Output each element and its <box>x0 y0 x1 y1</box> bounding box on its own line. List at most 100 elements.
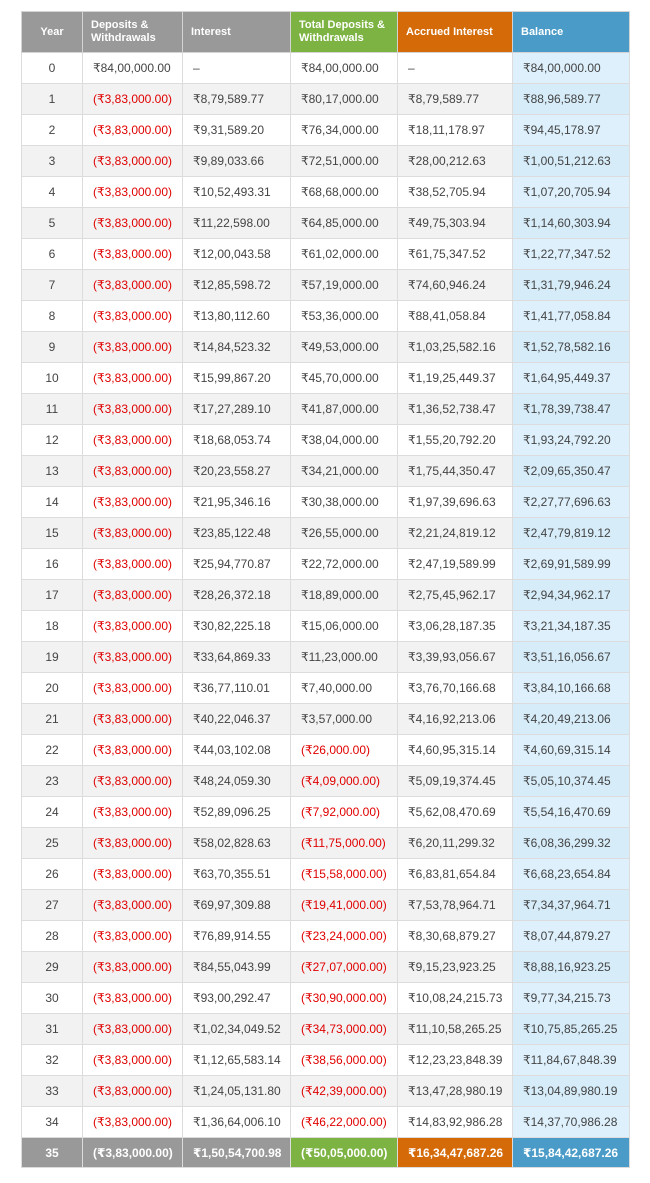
cell-accrued-interest: ₹74,60,946.24 <box>397 269 513 301</box>
total-cell-balance: ₹15,84,42,687.26 <box>512 1137 630 1168</box>
cell-interest: ₹25,94,770.87 <box>182 548 291 580</box>
table-row: 16 (₹3,83,000.00) ₹25,94,770.87 ₹22,72,000.… <box>21 548 630 580</box>
cell-accrued-interest: ₹3,76,70,166.68 <box>397 672 513 704</box>
cell-deposits-withdrawals: ₹84,00,000.00 <box>82 52 183 84</box>
cell-year: 1 <box>21 83 83 115</box>
cell-accrued-interest: ₹1,75,44,350.47 <box>397 455 513 487</box>
cell-year: 11 <box>21 393 83 425</box>
cell-total-deposits-withdrawals: (₹4,09,000.00) <box>290 765 398 797</box>
table-row: 14 (₹3,83,000.00) ₹21,95,346.16 ₹30,38,000.… <box>21 486 630 518</box>
cell-deposits-withdrawals: (₹3,83,000.00) <box>82 207 183 239</box>
cell-year: 20 <box>21 672 83 704</box>
column-header-accrued-interest: Accrued Interest <box>397 11 513 53</box>
cell-balance: ₹1,64,95,449.37 <box>512 362 630 394</box>
cell-year: 7 <box>21 269 83 301</box>
cell-balance: ₹1,14,60,303.94 <box>512 207 630 239</box>
cell-total-deposits-withdrawals: ₹7,40,000.00 <box>290 672 398 704</box>
cell-interest: ₹40,22,046.37 <box>182 703 291 735</box>
cell-accrued-interest: ₹2,75,45,962.17 <box>397 579 513 611</box>
total-row: 35 (₹3,83,000.00) ₹1,50,54,700.98 (₹50,05,0… <box>21 1137 630 1168</box>
cell-interest: ₹28,26,372.18 <box>182 579 291 611</box>
table-row: 25 (₹3,83,000.00) ₹58,02,828.63 (₹11,75,000… <box>21 827 630 859</box>
cell-total-deposits-withdrawals: (₹46,22,000.00) <box>290 1106 398 1138</box>
table-row: 28 (₹3,83,000.00) ₹76,89,914.55 (₹23,24,000… <box>21 920 630 952</box>
cell-accrued-interest: ₹5,09,19,374.45 <box>397 765 513 797</box>
cell-balance: ₹2,69,91,589.99 <box>512 548 630 580</box>
cell-interest: ₹1,02,34,049.52 <box>182 1013 291 1045</box>
cell-balance: ₹13,04,89,980.19 <box>512 1075 630 1107</box>
cell-interest: ₹9,31,589.20 <box>182 114 291 146</box>
cell-total-deposits-withdrawals: ₹76,34,000.00 <box>290 114 398 146</box>
cell-interest: ₹69,97,309.88 <box>182 889 291 921</box>
cell-interest: ₹12,00,043.58 <box>182 238 291 270</box>
total-cell-accrued-interest: ₹16,34,47,687.26 <box>397 1137 513 1168</box>
cell-total-deposits-withdrawals: ₹15,06,000.00 <box>290 610 398 642</box>
cell-interest: ₹1,36,64,006.10 <box>182 1106 291 1138</box>
table-row: 32 (₹3,83,000.00) ₹1,12,65,583.14 (₹38,56,0… <box>21 1044 630 1076</box>
cell-balance: ₹1,41,77,058.84 <box>512 300 630 332</box>
cell-deposits-withdrawals: (₹3,83,000.00) <box>82 269 183 301</box>
cell-total-deposits-withdrawals: ₹84,00,000.00 <box>290 52 398 84</box>
cell-interest: ₹17,27,289.10 <box>182 393 291 425</box>
cell-total-deposits-withdrawals: (₹26,000.00) <box>290 734 398 766</box>
cell-year: 16 <box>21 548 83 580</box>
cell-balance: ₹14,37,70,986.28 <box>512 1106 630 1138</box>
cell-deposits-withdrawals: (₹3,83,000.00) <box>82 703 183 735</box>
cell-balance: ₹1,07,20,705.94 <box>512 176 630 208</box>
cell-total-deposits-withdrawals: ₹41,87,000.00 <box>290 393 398 425</box>
cell-deposits-withdrawals: (₹3,83,000.00) <box>82 641 183 673</box>
cell-year: 26 <box>21 858 83 890</box>
cell-year: 31 <box>21 1013 83 1045</box>
cell-balance: ₹84,00,000.00 <box>512 52 630 84</box>
cell-deposits-withdrawals: (₹3,83,000.00) <box>82 331 183 363</box>
cell-deposits-withdrawals: (₹3,83,000.00) <box>82 548 183 580</box>
cell-balance: ₹2,09,65,350.47 <box>512 455 630 487</box>
cell-accrued-interest: ₹4,16,92,213.06 <box>397 703 513 735</box>
cell-deposits-withdrawals: (₹3,83,000.00) <box>82 827 183 859</box>
cell-balance: ₹8,88,16,923.25 <box>512 951 630 983</box>
cell-deposits-withdrawals: (₹3,83,000.00) <box>82 362 183 394</box>
cell-interest: ₹18,68,053.74 <box>182 424 291 456</box>
cell-accrued-interest: ₹88,41,058.84 <box>397 300 513 332</box>
cell-total-deposits-withdrawals: (₹30,90,000.00) <box>290 982 398 1014</box>
cell-total-deposits-withdrawals: ₹64,85,000.00 <box>290 207 398 239</box>
cell-interest: ₹76,89,914.55 <box>182 920 291 952</box>
cell-accrued-interest: ₹10,08,24,215.73 <box>397 982 513 1014</box>
cell-deposits-withdrawals: (₹3,83,000.00) <box>82 858 183 890</box>
cell-year: 29 <box>21 951 83 983</box>
table-row: 17 (₹3,83,000.00) ₹28,26,372.18 ₹18,89,000.… <box>21 579 630 611</box>
cell-balance: ₹1,52,78,582.16 <box>512 331 630 363</box>
cell-balance: ₹9,77,34,215.73 <box>512 982 630 1014</box>
cell-accrued-interest: ₹28,00,212.63 <box>397 145 513 177</box>
total-cell-interest: ₹1,50,54,700.98 <box>182 1137 291 1168</box>
cell-deposits-withdrawals: (₹3,83,000.00) <box>82 982 183 1014</box>
cell-year: 34 <box>21 1106 83 1138</box>
cell-balance: ₹2,47,79,819.12 <box>512 517 630 549</box>
cell-balance: ₹4,60,69,315.14 <box>512 734 630 766</box>
cell-deposits-withdrawals: (₹3,83,000.00) <box>82 300 183 332</box>
cell-accrued-interest: ₹1,19,25,449.37 <box>397 362 513 394</box>
cell-interest: ₹12,85,598.72 <box>182 269 291 301</box>
cell-accrued-interest: ₹4,60,95,315.14 <box>397 734 513 766</box>
cell-total-deposits-withdrawals: (₹11,75,000.00) <box>290 827 398 859</box>
cell-balance: ₹6,68,23,654.84 <box>512 858 630 890</box>
table-row: 3 (₹3,83,000.00) ₹9,89,033.66 ₹72,51,000.00… <box>21 145 630 177</box>
cell-balance: ₹94,45,178.97 <box>512 114 630 146</box>
cell-interest: ₹13,80,112.60 <box>182 300 291 332</box>
cell-accrued-interest: ₹1,97,39,696.63 <box>397 486 513 518</box>
cell-total-deposits-withdrawals: (₹27,07,000.00) <box>290 951 398 983</box>
cell-deposits-withdrawals: (₹3,83,000.00) <box>82 734 183 766</box>
cell-total-deposits-withdrawals: (₹34,73,000.00) <box>290 1013 398 1045</box>
table-row: 26 (₹3,83,000.00) ₹63,70,355.51 (₹15,58,000… <box>21 858 630 890</box>
cell-accrued-interest: ₹13,47,28,980.19 <box>397 1075 513 1107</box>
cell-interest: ₹9,89,033.66 <box>182 145 291 177</box>
cell-deposits-withdrawals: (₹3,83,000.00) <box>82 1044 183 1076</box>
cell-interest: ₹44,03,102.08 <box>182 734 291 766</box>
cell-deposits-withdrawals: (₹3,83,000.00) <box>82 672 183 704</box>
cell-total-deposits-withdrawals: ₹68,68,000.00 <box>290 176 398 208</box>
cell-year: 13 <box>21 455 83 487</box>
cell-deposits-withdrawals: (₹3,83,000.00) <box>82 796 183 828</box>
cell-interest: ₹10,52,493.31 <box>182 176 291 208</box>
cell-year: 30 <box>21 982 83 1014</box>
cell-total-deposits-withdrawals: ₹53,36,000.00 <box>290 300 398 332</box>
